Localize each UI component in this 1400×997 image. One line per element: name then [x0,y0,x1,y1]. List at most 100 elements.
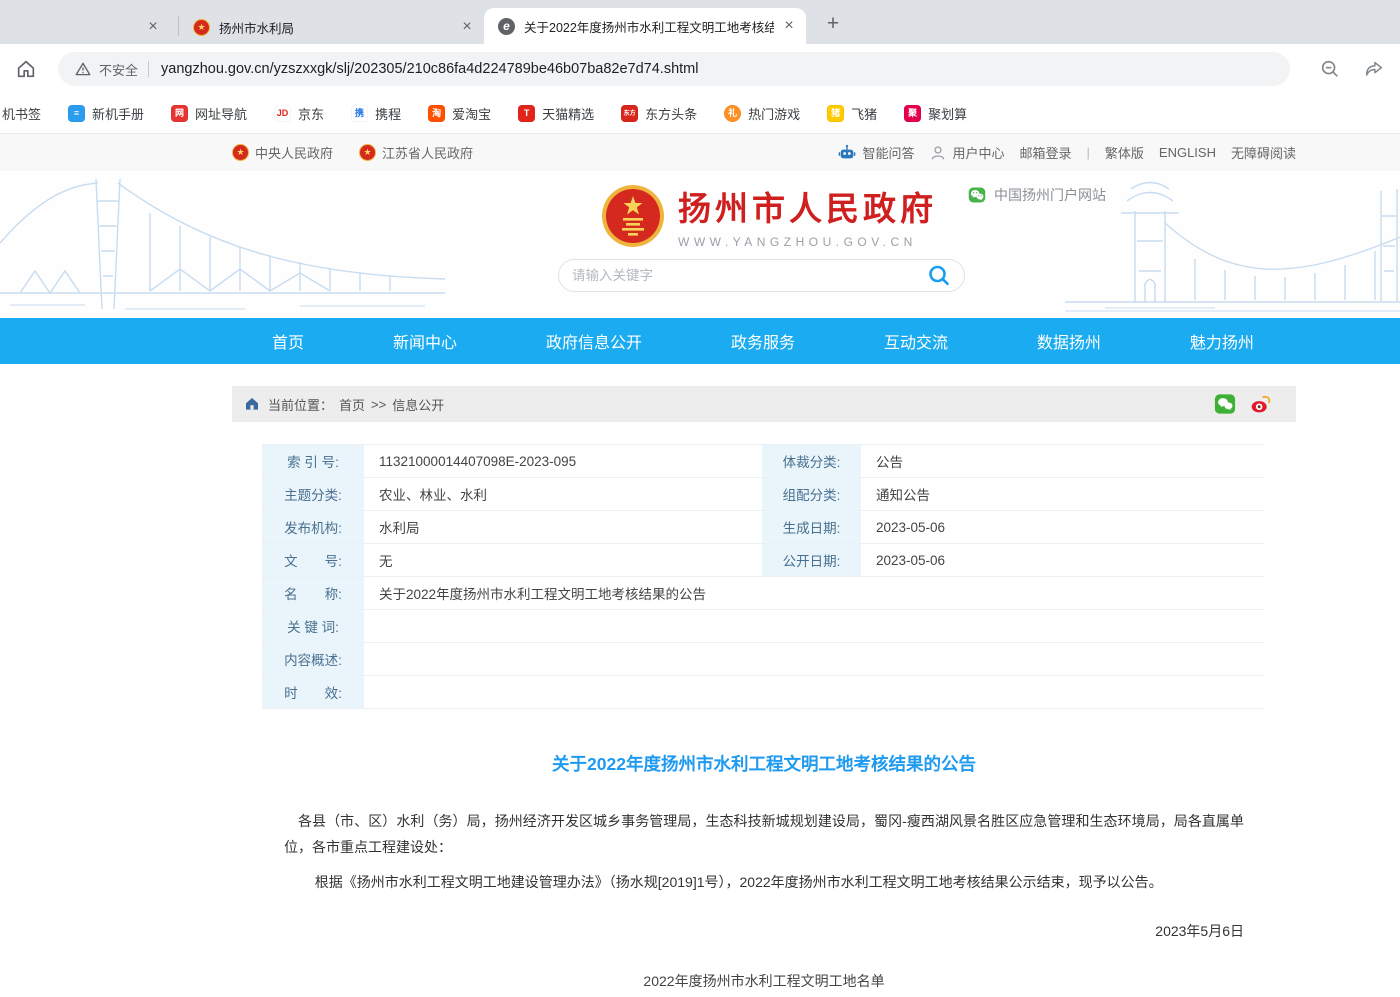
breadcrumb: 当前位置： 首页 >> 信息公开 [232,386,1296,422]
tab-close-icon[interactable]: × [458,18,476,36]
meta-row-index-genre: 索 引 号: 11321000014407098E-2023-095 体裁分类:… [262,445,1265,478]
nav-news-center[interactable]: 新闻中心 [393,329,457,353]
tab-active-announcement[interactable]: e 关于2022年度扬州市水利工程文明工地考核结果的公告 × [484,8,806,44]
tab-close-icon[interactable]: × [144,18,162,36]
user-center-link[interactable]: 用户中心 [929,143,1004,162]
mail-login-link[interactable]: 邮箱登录 [1019,143,1071,162]
site-name: 扬州市人民政府 [678,182,937,230]
article-body: 关于2022年度扬州市水利工程文明工地考核结果的公告 各县（市、区）水利（务）局… [232,751,1296,991]
nav-gov-info-disclosure[interactable]: 政府信息公开 [546,329,642,353]
meta-label-keywords: 关 键 词: [262,610,365,642]
nav-gov-services[interactable]: 政务服务 [731,329,795,353]
document-meta-table: 索 引 号: 11321000014407098E-2023-095 体裁分类:… [262,444,1265,709]
weibo-share-icon[interactable] [1250,393,1272,415]
meta-row-keywords: 关 键 词: [262,610,1265,643]
meta-row-summary: 内容概述: [262,643,1265,676]
tab-yangzhou-water-bureau[interactable]: ★ 扬州市水利局 × [179,10,484,44]
meta-value-validity [365,676,1265,708]
wechat-share-icon[interactable] [1214,393,1236,415]
meta-row-docno-published: 文 号: 无 公开日期: 2023-05-06 [262,544,1265,577]
bookmark-label: 携程 [375,104,401,123]
article-title: 关于2022年度扬州市水利工程文明工地考核结果的公告 [284,751,1244,776]
robot-icon [837,143,857,163]
nav-interaction[interactable]: 互动交流 [884,329,948,353]
tab-close-icon[interactable]: × [780,17,798,35]
bookmark-ctrip[interactable]: 携 携程 [351,104,401,123]
bookmark-hot-games[interactable]: 礼 热门游戏 [724,104,800,123]
bookmark-label: 东方头条 [645,104,697,123]
accessibility-link[interactable]: 无障碍阅读 [1231,143,1296,162]
tab-strip: × ★ 扬州市水利局 × e 关于2022年度扬州市水利工程文明工地考核结果的公… [0,0,1400,44]
breadcrumb-prefix: 当前位置： [268,395,333,414]
meta-value-index-no: 11321000014407098E-2023-095 [365,445,762,477]
breadcrumb-home-link[interactable]: 首页 [339,395,365,414]
home-icon[interactable] [14,57,38,81]
meta-label-doc-no: 文 号: [262,544,365,576]
eastday-icon: 东方 [621,105,638,122]
new-tab-button[interactable]: + [818,9,848,39]
nav-charming-yangzhou[interactable]: 魅力扬州 [1190,329,1254,353]
search-icon[interactable] [927,264,951,288]
search-input[interactable] [572,268,927,283]
nav-home[interactable]: 首页 [272,329,304,353]
bookmark-label: 爱淘宝 [452,104,491,123]
zoom-out-icon[interactable] [1318,57,1342,81]
meta-row-agency-created: 发布机构: 水利局 生成日期: 2023-05-06 [262,511,1265,544]
bookmark-tmall[interactable]: T 天猫精选 [518,104,594,123]
tab-separator [178,16,179,36]
meta-value-genre: 公告 [862,445,1265,477]
page-content: 当前位置： 首页 >> 信息公开 索 引 号: 1132100001440709… [232,386,1296,991]
site-nav-icon: 网 [171,105,188,122]
site-list-title: 2022年度扬州市水利工程文明工地名单 [284,971,1244,991]
english-version-link[interactable]: ENGLISH [1159,145,1216,160]
site-logo[interactable]: 扬州市人民政府 WWW.YANGZHOU.GOV.CN [601,182,937,249]
traditional-version-link[interactable]: 繁体版 [1105,143,1144,162]
address-bar[interactable]: 不安全 yangzhou.gov.cn/yzszxxgk/slj/202305/… [58,52,1290,86]
bookmark-eastday[interactable]: 东方 东方头条 [621,104,697,123]
bookmark-label: 天猫精选 [542,104,594,123]
taobao-icon: 淘 [428,105,445,122]
smart-qa-link[interactable]: 智能问答 [837,143,914,163]
meta-label-group: 组配分类: [762,478,862,510]
bookmark-manual[interactable]: ≡ 新机手册 [68,104,144,123]
main-nav: 首页 新闻中心 政府信息公开 政务服务 互动交流 数据扬州 魅力扬州 [0,318,1400,364]
not-secure-warning-icon[interactable] [74,60,92,78]
share-icon[interactable] [1362,57,1386,81]
bookmark-phone-bookmarks[interactable]: 机书签 [2,104,41,123]
tmall-icon: T [518,105,535,122]
meta-row-topic-group: 主题分类: 农业、林业、水利 组配分类: 通知公告 [262,478,1265,511]
bookmark-label: 京东 [298,104,324,123]
meta-label-genre: 体裁分类: [762,445,862,477]
bookmark-site-nav[interactable]: 网 网址导航 [171,104,247,123]
gov-emblem-favicon: ★ [193,19,210,36]
meta-label-topic: 主题分类: [262,478,365,510]
link-jiangsu-gov[interactable]: ★ 江苏省人民政府 [359,143,473,162]
search-bar[interactable] [558,259,965,292]
meta-value-group: 通知公告 [862,478,1265,510]
bookmark-label: 热门游戏 [748,104,800,123]
meta-value-name: 关于2022年度扬州市水利工程文明工地考核结果的公告 [365,577,1265,609]
link-central-gov[interactable]: ★ 中央人民政府 [232,143,333,162]
url-text: yangzhou.gov.cn/yzszxxgk/slj/202305/210c… [161,61,698,77]
bookmark-label: 网址导航 [195,104,247,123]
security-label[interactable]: 不安全 [99,60,138,79]
bookmark-fliggy[interactable]: 猪 飞猪 [827,104,877,123]
bookmark-label: 飞猪 [851,104,877,123]
meta-label-name: 名 称: [262,577,365,609]
breadcrumb-home-icon[interactable] [244,396,260,412]
bookmark-jd[interactable]: JD 京东 [274,104,324,123]
smart-qa-label: 智能问答 [862,143,914,162]
nav-data-yangzhou[interactable]: 数据扬州 [1037,329,1101,353]
site-banner: 扬州市人民政府 WWW.YANGZHOU.GOV.CN 中国扬州门户网站 [0,171,1400,318]
national-emblem-icon [601,184,665,248]
article-paragraph-2: 根据《扬州市水利工程文明工地建设管理办法》（扬水规[2019]1号），2022年… [284,869,1244,895]
meta-value-topic: 农业、林业、水利 [365,478,762,510]
bookmark-aitaobao[interactable]: 淘 爱淘宝 [428,104,491,123]
breadcrumb-current-link[interactable]: 信息公开 [392,395,444,414]
portal-label-row: 中国扬州门户网站 [968,185,1106,205]
bookmark-juhuasuan[interactable]: 聚 聚划算 [904,104,967,123]
hot-games-icon: 礼 [724,105,741,122]
user-center-label: 用户中心 [952,143,1004,162]
tab-partial[interactable]: × [0,10,178,44]
gov-link-label: 中央人民政府 [255,143,333,162]
